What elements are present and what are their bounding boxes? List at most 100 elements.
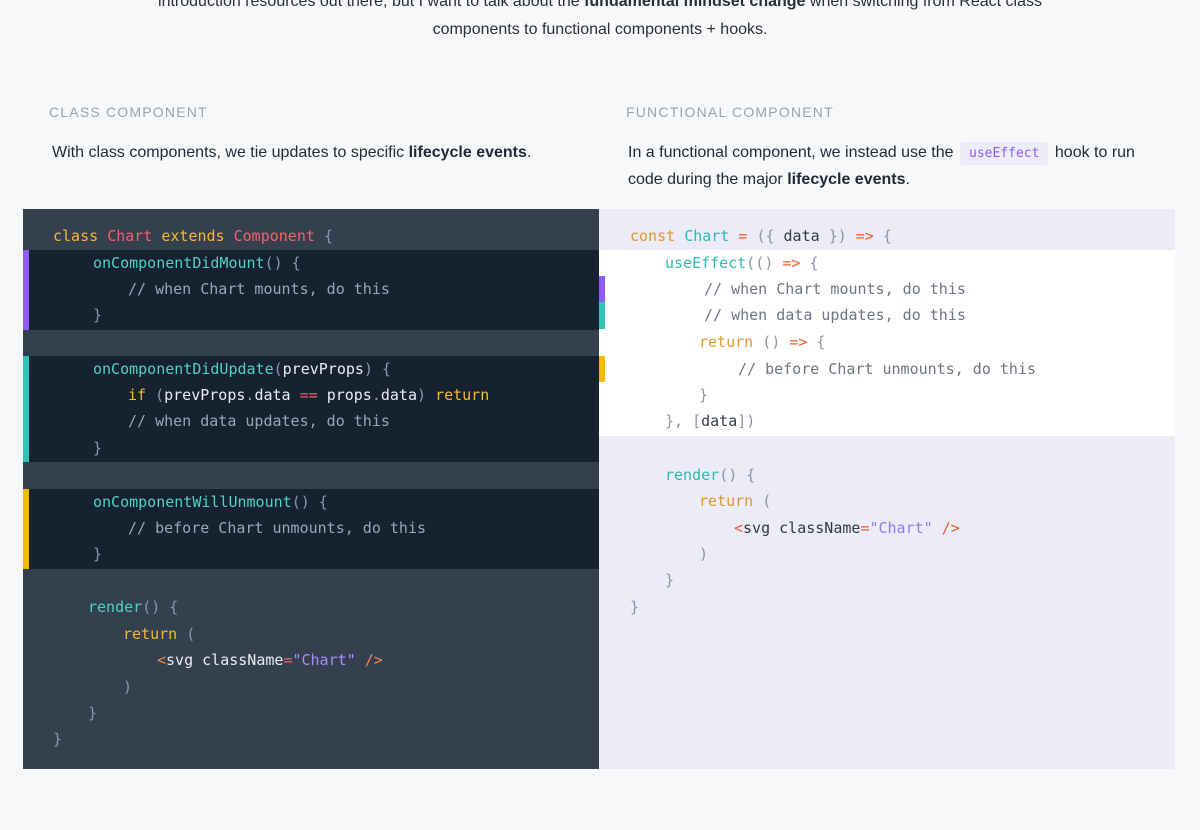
code-token: => xyxy=(855,227,874,245)
code-line: render() { xyxy=(88,594,178,620)
code-token: ( xyxy=(762,492,772,510)
code-token: () { xyxy=(264,254,301,272)
code-token: } xyxy=(699,386,709,404)
code-token: useEffect xyxy=(665,254,747,272)
intro-paragraph: introduction resources out there, but I … xyxy=(0,0,1200,44)
code-token: /> xyxy=(941,519,960,537)
code-token: data xyxy=(380,386,417,404)
code-token: extends xyxy=(161,227,225,245)
code-token: // before Chart unmounts, do this xyxy=(128,519,427,537)
functional-code-panel: const Chart = ({ data }) => { useEffect(… xyxy=(599,209,1175,769)
code-line: useEffect(() => { xyxy=(665,250,819,276)
code-line: if (prevProps.data == props.data) return xyxy=(128,382,489,408)
code-token: lifecycle events xyxy=(408,144,527,161)
code-token: code during the major xyxy=(628,171,788,188)
code-line: <svg className="Chart" /> xyxy=(734,515,960,541)
code-token: ) xyxy=(699,545,709,563)
code-token: . xyxy=(526,144,532,161)
code-token: { xyxy=(809,254,819,272)
class-component-label: CLASS COMPONENT xyxy=(49,104,208,120)
mount-indicator-bar xyxy=(599,276,605,302)
class-code-panel: class Chart extends Component { onCompon… xyxy=(23,209,599,769)
code-token: // when Chart mounts, do this xyxy=(704,280,966,298)
code-token: == xyxy=(299,386,318,404)
code-token: data xyxy=(254,386,291,404)
update-indicator-bar xyxy=(23,356,29,462)
code-token: className xyxy=(779,519,861,537)
code-token: < xyxy=(734,519,744,537)
code-token: "Chart" xyxy=(292,651,356,669)
code-line: } xyxy=(53,726,62,752)
code-token: onComponentDidUpdate xyxy=(93,360,274,378)
code-token: Chart xyxy=(684,227,730,245)
code-token: // when Chart mounts, do this xyxy=(128,280,390,298)
code-token: { xyxy=(816,333,826,351)
code-line: } xyxy=(88,700,97,726)
code-token: } xyxy=(93,545,103,563)
code-token: ) xyxy=(123,678,133,696)
code-comment: // when data updates, do this xyxy=(704,302,966,328)
mount-indicator-bar xyxy=(23,250,29,330)
code-token: introduction resources out there, but I … xyxy=(158,0,585,10)
code-comment: // when Chart mounts, do this xyxy=(704,276,966,302)
code-token: With class components, we tie updates to… xyxy=(52,144,409,161)
code-line: } xyxy=(699,382,708,408)
code-token: { xyxy=(323,227,333,245)
unmount-indicator-bar xyxy=(599,356,605,382)
code-token: onComponentWillUnmount xyxy=(93,493,292,511)
code-token: ) xyxy=(764,254,774,272)
code-token: } xyxy=(665,571,675,589)
code-token: In a functional component, we instead us… xyxy=(628,144,958,161)
class-component-description: With class components, we tie updates to… xyxy=(52,140,531,166)
code-token: // when data updates, do this xyxy=(704,306,966,324)
code-line: onComponentDidMount() { xyxy=(93,250,301,276)
code-token: } xyxy=(53,730,63,748)
code-token: data xyxy=(701,412,738,430)
code-token: render xyxy=(88,598,143,616)
code-line: ) xyxy=(699,541,708,567)
update-indicator-bar xyxy=(599,302,605,329)
functional-component-description: In a functional component, we instead us… xyxy=(628,140,1168,193)
code-token: class xyxy=(53,227,99,245)
code-token: className xyxy=(202,651,284,669)
code-line: } xyxy=(93,302,102,328)
code-token: props xyxy=(326,386,372,404)
code-token: ) { xyxy=(363,360,392,378)
code-line: return ( xyxy=(699,488,771,514)
code-token: ({ xyxy=(756,227,775,245)
code-line: onComponentWillUnmount() { xyxy=(93,489,328,515)
code-token: } xyxy=(88,704,98,722)
code-token: // before Chart unmounts, do this xyxy=(738,360,1037,378)
code-line: return () => { xyxy=(699,329,825,355)
code-token: < xyxy=(157,651,167,669)
functional-component-label: FUNCTIONAL COMPONENT xyxy=(626,104,834,120)
code-token: prevProps xyxy=(164,386,246,404)
code-token: when switching from React class xyxy=(805,0,1042,10)
code-token: () xyxy=(762,333,781,351)
code-token: svg xyxy=(166,651,194,669)
code-token: = xyxy=(738,227,748,245)
code-line: render() { xyxy=(665,462,755,488)
code-token: ]) xyxy=(737,412,756,430)
code-token: prevProps xyxy=(282,360,364,378)
code-token: [ xyxy=(692,412,702,430)
code-token: ( xyxy=(273,360,283,378)
code-token: "Chart" xyxy=(869,519,933,537)
code-token: ( xyxy=(155,386,165,404)
code-token: => xyxy=(782,254,801,272)
code-token: hook to run xyxy=(1050,144,1135,161)
code-line: } xyxy=(665,567,674,593)
code-token: ( xyxy=(186,625,196,643)
code-line: } xyxy=(93,435,102,461)
code-token: Component xyxy=(233,227,315,245)
code-token: . xyxy=(371,386,381,404)
unmount-indicator-bar xyxy=(23,489,29,569)
code-token: render xyxy=(665,466,720,484)
code-line: return ( xyxy=(123,621,195,647)
code-token: Chart xyxy=(107,227,153,245)
code-token: return xyxy=(699,333,754,351)
code-token: (( xyxy=(746,254,765,272)
code-token: const xyxy=(630,227,676,245)
code-line: }, [data]) xyxy=(665,408,755,434)
code-token: } xyxy=(93,439,103,457)
